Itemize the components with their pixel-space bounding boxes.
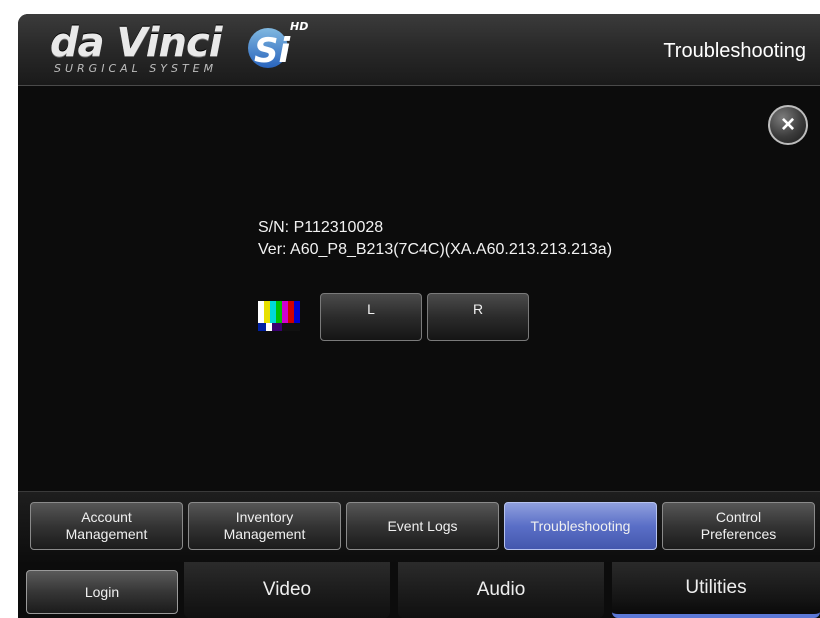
main-tab-bar: Login Video Audio Utilities [18,562,820,618]
main-panel: × S/N: P112310028 Ver: A60_P8_B213(7C4C)… [18,87,820,491]
subtab-label-line1: Inventory [235,509,294,525]
page-title: Troubleshooting [663,40,806,62]
subtab-event-logs[interactable]: Event Logs [346,502,499,550]
subtab-label-line2: Preferences [700,526,777,542]
color-bars-icon[interactable] [258,301,302,331]
serial-number: S/N: P112310028 [258,219,384,236]
da-vinci-logo: da Vinci SURGICAL SYSTEM Si HD [34,18,364,80]
subtab-inventory-management[interactable]: Inventory Management [188,502,341,550]
software-version: Ver: A60_P8_B213(7C4C)(XA.A60.213.213.21… [258,241,613,258]
logo-text: da Vinci [50,20,222,66]
subtab-label-line1: Control [715,509,762,525]
subtab-label-line1: Account [81,509,132,525]
subtab-label: Event Logs [387,517,458,534]
tab-video[interactable]: Video [184,562,390,618]
close-icon: × [780,111,795,138]
tab-utilities[interactable]: Utilities [612,562,820,618]
subtab-troubleshooting[interactable]: Troubleshooting [504,502,657,550]
subtab-control-preferences[interactable]: Control Preferences [662,502,815,550]
close-button[interactable]: × [768,105,808,145]
tab-audio[interactable]: Audio [398,562,604,618]
subtab-label-line2: Management [65,526,148,542]
logo-hd: HD [290,20,309,33]
app-frame: da Vinci SURGICAL SYSTEM Si HD Troublesh… [18,14,820,618]
left-camera-button[interactable]: L [320,293,422,341]
subtab-account-management[interactable]: Account Management [30,502,183,550]
system-info: S/N: P112310028 Ver: A60_P8_B213(7C4C)(X… [258,217,612,261]
subtab-label-line2: Management [223,526,306,542]
header-bar: da Vinci SURGICAL SYSTEM Si HD Troublesh… [18,14,820,86]
svg-text:Si: Si [254,31,291,71]
subtab-label: Troubleshooting [530,517,631,534]
utilities-subtab-bar: Account Management Inventory Management … [18,491,820,562]
login-button[interactable]: Login [26,570,178,614]
right-camera-button[interactable]: R [427,293,529,341]
logo-subtitle: SURGICAL SYSTEM [54,62,218,75]
